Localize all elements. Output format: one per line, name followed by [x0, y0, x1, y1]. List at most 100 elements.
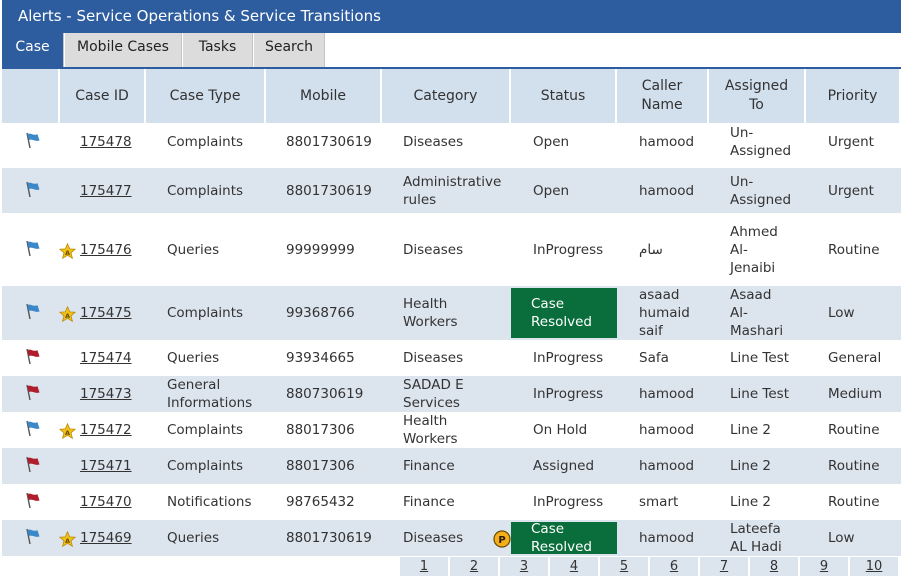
assigned-cell: Un- Assigned	[730, 124, 792, 159]
svg-text:A: A	[65, 537, 70, 545]
tab-case[interactable]: Case	[2, 33, 64, 67]
assigned-cell: Line 2	[730, 494, 772, 510]
blue-flag-icon[interactable]	[24, 302, 42, 320]
page-title: Alerts - Service Operations & Service Tr…	[2, 0, 901, 33]
tab-mobile-cases[interactable]: Mobile Cases	[65, 33, 182, 67]
table-row[interactable]: A 175469 Queries 8801730619 Diseases Case Res…	[2, 520, 901, 556]
header-category[interactable]: Category	[382, 69, 511, 123]
page-link-10[interactable]: 10	[850, 557, 898, 576]
tab-search[interactable]: Search	[254, 33, 325, 67]
assigned-cell: Line Test	[730, 350, 790, 366]
category-cell: Diseases	[403, 133, 464, 150]
priority-cell: Low	[828, 305, 855, 321]
case-id-cell: 175471	[80, 448, 146, 484]
table-row[interactable]: 175474 Queries 93934665 Diseases InProgress S…	[2, 340, 901, 376]
blue-flag-icon[interactable]	[24, 239, 42, 257]
red-flag-icon[interactable]	[24, 347, 42, 365]
case-id-cell: 175470	[80, 484, 146, 520]
assigned-cell: Line 2	[730, 422, 772, 438]
case-id-link[interactable]: 175473	[80, 385, 132, 403]
mobile-cell: 88017306	[286, 422, 355, 438]
header-status[interactable]: Status	[511, 69, 617, 123]
case-id-link[interactable]: 175471	[80, 457, 132, 475]
header-caller-name[interactable]: Caller Name	[617, 69, 709, 123]
caller-cell: Safa	[639, 350, 669, 366]
caller-cell: hamood	[639, 530, 695, 546]
header-case-id[interactable]: Case ID	[60, 69, 146, 123]
case-type-cell: Complaints	[167, 458, 244, 474]
table-row[interactable]: 175477 Complaints 8801730619 Administrative…	[2, 168, 901, 213]
mobile-cell: 880730619	[286, 386, 364, 402]
header-assigned-to[interactable]: Assigned To	[709, 69, 806, 123]
table-row[interactable]: 175473 General Informations 880730619 SADAD…	[2, 376, 901, 412]
category-cell: Diseases	[403, 530, 464, 546]
svg-text:A: A	[65, 312, 70, 320]
blue-flag-icon[interactable]	[24, 131, 42, 149]
header-priority[interactable]: Priority	[806, 69, 901, 123]
red-flag-icon[interactable]	[24, 491, 42, 509]
assigned-cell: Un- Assigned	[730, 173, 792, 208]
table-row[interactable]: 175478 Complaints 8801730619 Diseases Open ha…	[2, 123, 901, 160]
case-id-link[interactable]: 175469	[80, 529, 132, 547]
red-flag-icon[interactable]	[24, 383, 42, 401]
case-id-link[interactable]: 175476	[80, 241, 132, 259]
status-cell: Open	[533, 182, 570, 199]
priority-cell: Routine	[828, 241, 880, 258]
case-id-link[interactable]: 175478	[80, 133, 132, 151]
case-id-cell: 175476	[80, 213, 146, 286]
red-flag-icon[interactable]	[24, 455, 42, 473]
blue-flag-icon[interactable]	[24, 180, 42, 198]
case-type-cell: Complaints	[167, 133, 244, 150]
category-cell: Health Workers	[403, 413, 458, 447]
status-cell: InProgress	[533, 494, 604, 510]
page-link-7[interactable]: 7	[700, 557, 748, 576]
case-id-link[interactable]: 175470	[80, 493, 132, 511]
status-cell: Case Resolved	[511, 521, 617, 555]
case-type-cell: Complaints	[167, 182, 244, 199]
mobile-cell: 88017306	[286, 458, 355, 474]
case-id-link[interactable]: 175477	[80, 182, 132, 200]
blue-flag-icon[interactable]	[24, 527, 42, 545]
page-link-1[interactable]: 1	[400, 557, 448, 576]
mobile-cell: 8801730619	[286, 530, 372, 546]
assigned-cell: Line Test	[730, 386, 790, 402]
case-type-cell: Complaints	[167, 305, 244, 321]
tab-tasks[interactable]: Tasks	[183, 33, 253, 67]
case-id-cell: 175473	[80, 376, 146, 412]
caller-cell: asaad humaid saif	[639, 287, 690, 339]
page-link-5[interactable]: 5	[600, 557, 648, 576]
header-flag	[2, 69, 60, 123]
case-id-cell: 175472	[80, 412, 146, 448]
star-badge-icon: A	[58, 530, 77, 548]
table-row[interactable]: A 175472 Complaints 88017306 Health Workers O…	[2, 412, 901, 448]
table-row[interactable]: A 175475 Complaints 99368766 Health Workers C…	[2, 286, 901, 340]
page-link-9[interactable]: 9	[800, 557, 848, 576]
case-type-cell: Queries	[167, 350, 220, 366]
table-row[interactable]: 175470 Notifications 98765432 Finance InProg…	[2, 484, 901, 520]
header-case-type[interactable]: Case Type	[146, 69, 266, 123]
page-link-4[interactable]: 4	[550, 557, 598, 576]
svg-text:A: A	[65, 249, 70, 257]
page-link-8[interactable]: 8	[750, 557, 798, 576]
table-row[interactable]: 175471 Complaints 88017306 Finance Assigned h…	[2, 448, 901, 484]
case-id-link[interactable]: 175474	[80, 349, 132, 367]
assigned-cell: Lateefa AL Hadi	[730, 521, 782, 555]
category-cell: Finance	[403, 494, 455, 510]
status-cell: InProgress	[533, 350, 604, 366]
mobile-cell: 99999999	[286, 241, 355, 258]
page-link-3[interactable]: 3	[500, 557, 548, 576]
case-type-cell: Complaints	[167, 422, 244, 438]
page-link-2[interactable]: 2	[450, 557, 498, 576]
case-id-link[interactable]: 175475	[80, 304, 132, 322]
header-mobile[interactable]: Mobile	[266, 69, 382, 123]
pagination: 1 2 3 4 5 6 7 8 9 10	[400, 557, 900, 576]
page-link-6[interactable]: 6	[650, 557, 698, 576]
case-id-link[interactable]: 175472	[80, 421, 132, 439]
status-cell: On Hold	[533, 422, 588, 438]
category-cell: Diseases	[403, 241, 464, 258]
svg-text:A: A	[65, 429, 70, 437]
category-cell: Finance	[403, 458, 455, 474]
blue-flag-icon[interactable]	[24, 419, 42, 437]
status-cell: InProgress	[533, 386, 604, 402]
table-row[interactable]: A 175476 Queries 99999999 Diseases InProgress…	[2, 213, 901, 286]
